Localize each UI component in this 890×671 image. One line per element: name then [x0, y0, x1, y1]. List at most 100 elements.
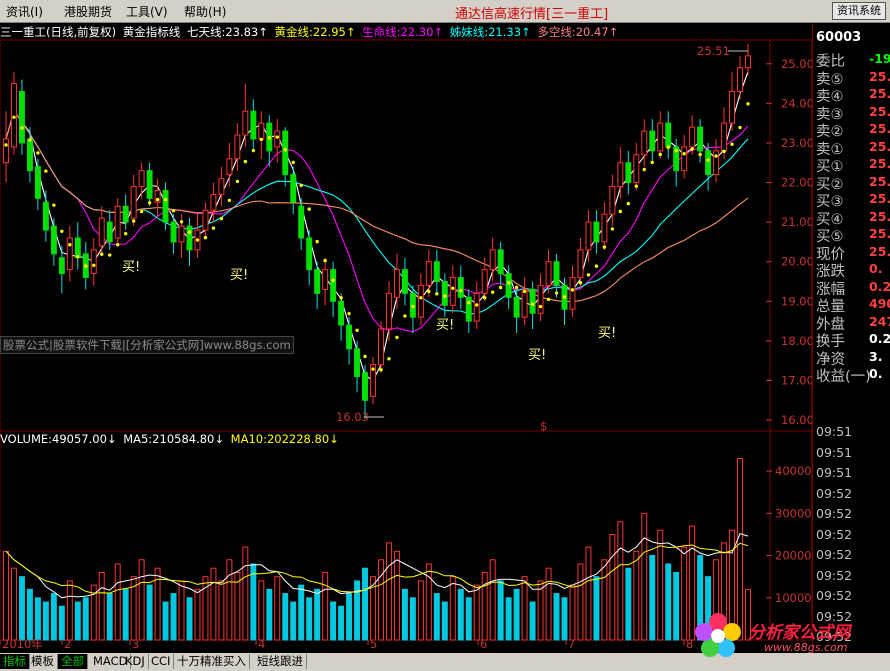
- volume-bar: [457, 588, 464, 641]
- candle-body: [10, 83, 17, 148]
- candle-body: [210, 193, 217, 211]
- volume-bar: [250, 563, 257, 641]
- golden-dot: [84, 264, 88, 268]
- golden-dot: [139, 209, 144, 214]
- volume-bar: [401, 588, 408, 641]
- quote-value: 247: [869, 313, 890, 329]
- candle: [521, 277, 528, 326]
- x-axis-label: 7: [568, 637, 575, 651]
- golden-dot: [395, 335, 399, 340]
- candle-body: [449, 277, 456, 306]
- candle-body: [553, 261, 560, 286]
- golden-dot: [483, 296, 487, 300]
- stock-name: 三一重工(日线,前复权): [0, 25, 117, 39]
- volume-bar: [529, 601, 536, 641]
- volume-bar: [393, 550, 400, 641]
- golden-dot: [722, 149, 726, 154]
- volume-bar: [218, 580, 225, 641]
- quote-value: 25.: [869, 68, 890, 84]
- candle-body: [577, 249, 584, 279]
- candle-body: [242, 110, 249, 136]
- candle: [34, 158, 41, 211]
- tab-precision-buy[interactable]: 十万精准买入: [174, 654, 250, 669]
- candle: [609, 174, 616, 227]
- price-label: 23.00: [781, 136, 814, 150]
- candle-body: [521, 288, 528, 318]
- golden-dot: [403, 314, 407, 318]
- golden-dot: [650, 160, 654, 165]
- volume-bar: [186, 597, 193, 641]
- golden-dot: [435, 292, 439, 296]
- volume-bar: [362, 567, 369, 641]
- volume-bar: [601, 559, 608, 641]
- volume-bar: [338, 605, 345, 641]
- quote-value: 0.: [869, 261, 883, 276]
- golden-dot: [522, 289, 527, 294]
- volume-label: 20000: [775, 549, 812, 563]
- golden-dot: [530, 302, 535, 306]
- tab-short-follow[interactable]: 短线跟进: [254, 654, 307, 669]
- golden-dot: [682, 151, 686, 156]
- candle-body: [274, 130, 281, 148]
- candle: [457, 265, 464, 310]
- golden-dot: [618, 209, 623, 214]
- golden-dot: [594, 264, 599, 268]
- golden-dot: [514, 285, 519, 290]
- candle: [665, 111, 672, 159]
- price-label: 24.00: [781, 96, 814, 110]
- candle-body: [665, 122, 672, 148]
- volume-bar: [18, 576, 25, 641]
- volume-bar: [577, 563, 584, 641]
- candle: [66, 226, 73, 282]
- volume-bar: [417, 580, 424, 641]
- golden-dot: [331, 278, 335, 283]
- golden-dot: [108, 253, 112, 257]
- candle: [641, 119, 648, 167]
- golden-dot: [147, 201, 152, 205]
- candle: [250, 99, 257, 151]
- candle-body: [385, 292, 392, 330]
- volume-bar: [609, 533, 616, 641]
- quote-value: 0.2: [869, 331, 890, 346]
- golden-dot: [658, 152, 662, 157]
- volume-bar: [42, 601, 49, 641]
- tab-kdj[interactable]: KDJ: [122, 654, 149, 669]
- candle: [338, 293, 345, 341]
- buy-signal: 买!: [122, 260, 141, 275]
- formula-name: 黄金指标线: [122, 25, 181, 39]
- golden-dot: [60, 229, 64, 233]
- candle: [354, 340, 361, 393]
- candle-body: [705, 150, 712, 176]
- candle: [705, 142, 712, 191]
- golden-dot: [211, 226, 216, 230]
- candle: [3, 111, 9, 183]
- quote-value: 25.: [869, 191, 890, 206]
- volume-bar: [122, 588, 129, 641]
- tab-cci[interactable]: CCI: [148, 654, 175, 669]
- golden-dot: [131, 219, 136, 223]
- candle: [617, 146, 624, 199]
- candle-body: [186, 225, 193, 251]
- candle-body: [346, 324, 353, 350]
- golden-dot: [195, 238, 200, 242]
- candle-body: [585, 221, 592, 251]
- candle-body: [138, 170, 145, 187]
- x-axis-label: 6: [480, 637, 487, 651]
- candle-body: [609, 185, 616, 215]
- tick-time: 09:52: [816, 526, 853, 542]
- buy-signal: 买!: [528, 348, 547, 363]
- volume-bar: [433, 593, 440, 641]
- tab-template[interactable]: 模板: [28, 654, 58, 669]
- quote-label: 收益(一): [816, 369, 871, 385]
- indicator-legend: 三一重工(日线,前复权) 黄金指标线 七天线:23.83↑ 黄金线:22.95↑…: [0, 24, 760, 40]
- candle: [218, 166, 225, 207]
- tab-all[interactable]: 全部: [58, 654, 88, 669]
- tick-time: 09:52: [816, 567, 853, 583]
- tab-indicator[interactable]: 指标: [0, 654, 30, 669]
- s-marker: $: [540, 419, 547, 433]
- candle-body: [178, 225, 185, 243]
- buy-signal: 买!: [436, 318, 455, 333]
- tick-time: 09:52: [816, 485, 853, 501]
- candle: [657, 111, 664, 159]
- candle: [90, 237, 97, 286]
